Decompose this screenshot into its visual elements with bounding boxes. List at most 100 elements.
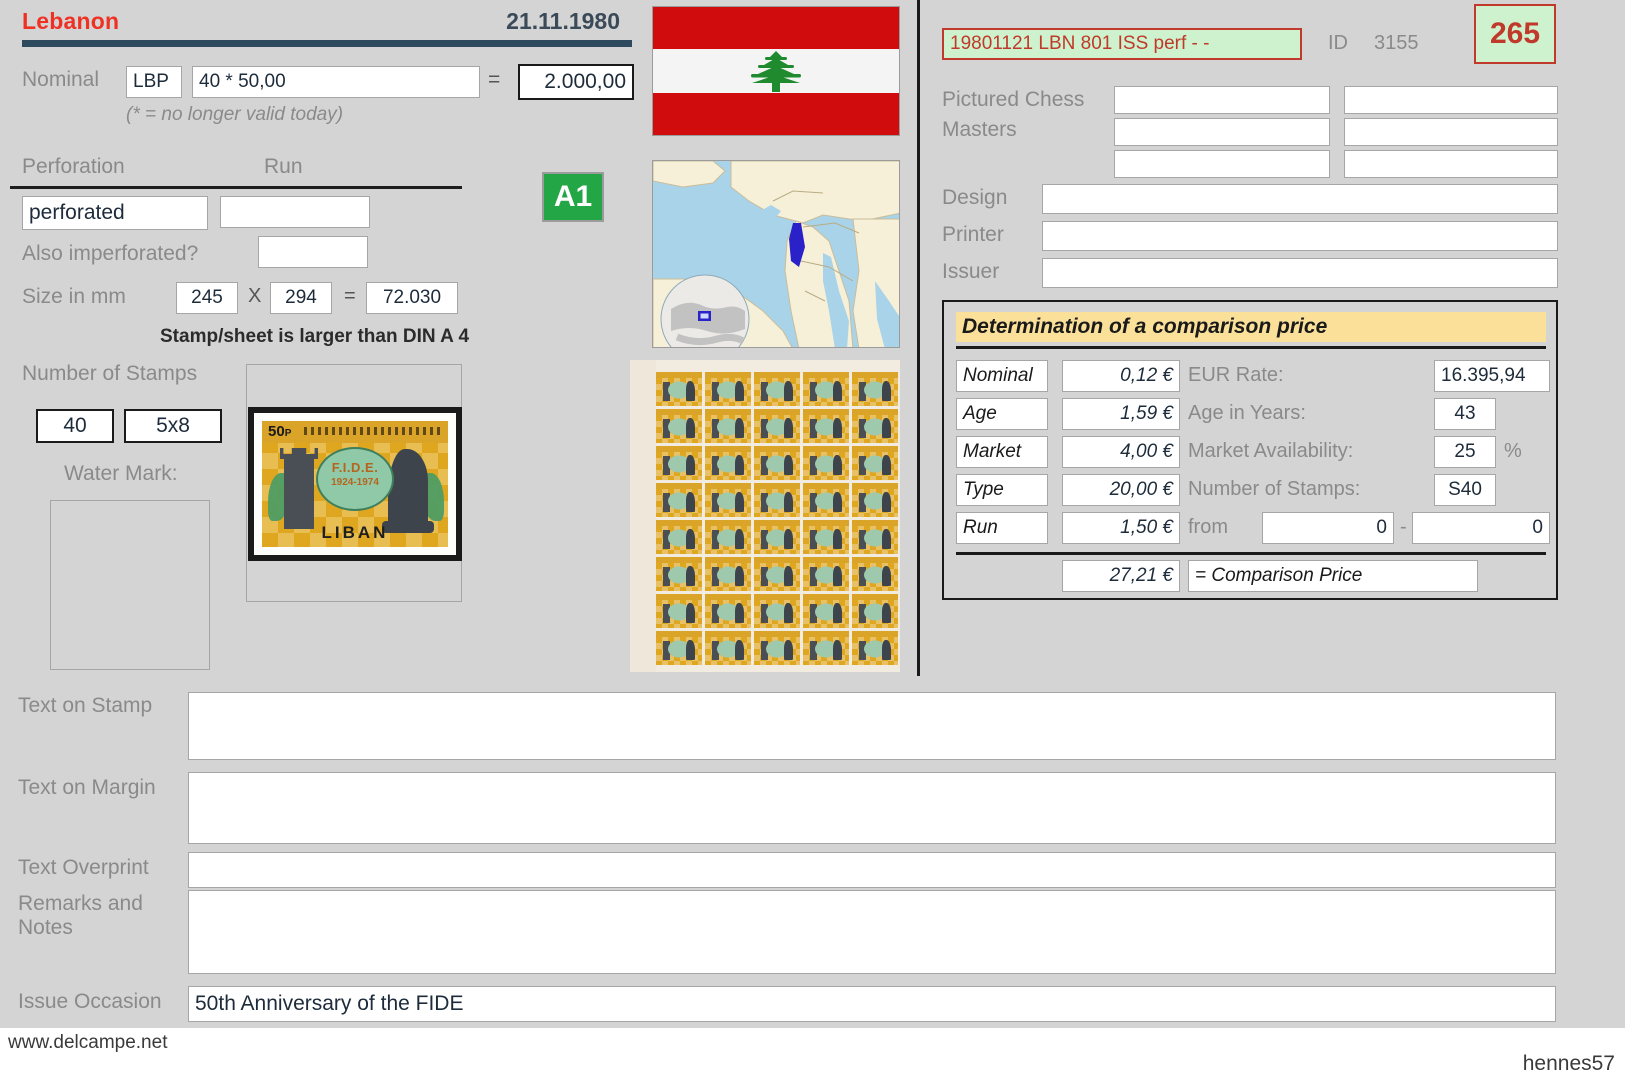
- watermark-label: Water Mark:: [64, 462, 178, 485]
- remarks-label-line-1: Remarks and: [18, 892, 143, 915]
- text-overprint-input[interactable]: [188, 852, 1556, 888]
- eur-rate-input[interactable]: 16.395,94: [1434, 360, 1550, 392]
- pictured-chess-masters-label-1: Pictured Chess: [942, 88, 1085, 111]
- text-on-stamp-input[interactable]: [188, 692, 1556, 760]
- sheet-stamp: [705, 446, 751, 480]
- cp-row-value-4[interactable]: 1,50 €: [1062, 512, 1180, 544]
- cp-row-name-0: Nominal: [956, 360, 1048, 392]
- issuer-input[interactable]: [1042, 258, 1558, 288]
- stamp-image: 50P F.I.D.E. 1924-1974 LIBAN: [248, 407, 462, 561]
- nominal-total-input[interactable]: 2.000,00: [518, 64, 634, 100]
- stamp-sheet-image: [630, 360, 900, 672]
- rank-badge: 265: [1474, 4, 1556, 64]
- nominal-currency-input[interactable]: LBP: [126, 66, 182, 98]
- chess-master-input-1[interactable]: [1114, 86, 1330, 114]
- age-in-years-input[interactable]: 43: [1434, 398, 1496, 430]
- comparison-total-divider: [956, 552, 1546, 555]
- sheet-stamp: [803, 409, 849, 443]
- cp-row-name-2: Market: [956, 436, 1048, 468]
- comparison-price-panel: Determination of a comparison price Nomi…: [942, 300, 1558, 600]
- cp-row-value-2[interactable]: 4,00 €: [1062, 436, 1180, 468]
- header-divider: [22, 40, 632, 47]
- comparison-price-divider: [956, 346, 1546, 349]
- size-x-sign: X: [248, 285, 262, 307]
- number-of-stamps-label: Number of Stamps: [22, 362, 198, 385]
- cp-row-label-0: EUR Rate:: [1188, 364, 1284, 386]
- chess-master-input-3[interactable]: [1114, 118, 1330, 146]
- sheet-stamp: [705, 520, 751, 554]
- sheet-stamp: [803, 483, 849, 517]
- cp-row-value-1[interactable]: 1,59 €: [1062, 398, 1180, 430]
- stamp-country-label: LIBAN: [321, 523, 389, 542]
- design-input[interactable]: [1042, 184, 1558, 214]
- perforation-input[interactable]: perforated: [22, 196, 208, 230]
- cp-row-value-0[interactable]: 0,12 €: [1062, 360, 1180, 392]
- printer-input[interactable]: [1042, 221, 1558, 251]
- sheet-stamp: [656, 520, 702, 554]
- cp-row-label-3: Number of Stamps:: [1188, 478, 1361, 500]
- sheet-stamp: [852, 409, 898, 443]
- catalog-code-field[interactable]: 19801121 LBN 801 ISS perf - -: [942, 28, 1302, 60]
- range-to-input[interactable]: 0: [1412, 512, 1550, 544]
- location-map: [652, 160, 900, 348]
- sheet-stamp: [754, 594, 800, 628]
- pictured-chess-masters-label-2: Masters: [942, 118, 1017, 141]
- text-on-margin-input[interactable]: [188, 772, 1556, 844]
- footer-user: hennes57: [1522, 1052, 1615, 1075]
- watermark-image-placeholder[interactable]: [50, 500, 210, 670]
- fide-globe-logo: F.I.D.E. 1924-1974: [316, 446, 394, 511]
- market-availability-input[interactable]: 25: [1434, 436, 1496, 468]
- number-of-stamps-input[interactable]: 40: [36, 409, 114, 443]
- size-width-input[interactable]: 245: [176, 282, 238, 314]
- panel-divider: [917, 0, 920, 676]
- nominal-expression-input[interactable]: 40 * 50,00: [192, 66, 480, 98]
- sheet-stamp: [705, 372, 751, 406]
- chess-master-input-6[interactable]: [1344, 150, 1558, 178]
- issue-occasion-label: Issue Occasion: [18, 990, 162, 1013]
- sheet-stamp: [803, 631, 849, 665]
- sheet-stamp: [803, 594, 849, 628]
- sheet-stamp: [656, 446, 702, 480]
- size-label: Size in mm: [22, 285, 126, 308]
- sheet-stamp: [754, 409, 800, 443]
- text-overprint-label: Text Overprint: [18, 856, 149, 879]
- run-input[interactable]: [220, 196, 370, 228]
- issuer-label: Issuer: [942, 260, 1000, 283]
- perforation-divider: [10, 186, 462, 189]
- chess-master-input-4[interactable]: [1344, 118, 1558, 146]
- stamp-denomination-unit: P: [284, 428, 292, 439]
- range-separator: -: [1400, 516, 1407, 538]
- sheet-stamp: [754, 446, 800, 480]
- sheet-stamp: [656, 409, 702, 443]
- size-area-input[interactable]: 72.030: [366, 282, 458, 314]
- number-of-stamps-code-input[interactable]: S40: [1434, 474, 1496, 506]
- cp-row-label-2: Market Availability:: [1188, 440, 1354, 462]
- chess-knight-icon: [382, 449, 434, 533]
- sheet-stamp: [754, 372, 800, 406]
- also-imperforated-label: Also imperforated?: [22, 242, 199, 265]
- design-label: Design: [942, 186, 1008, 209]
- cp-row-value-3[interactable]: 20,00 €: [1062, 474, 1180, 506]
- range-from-input[interactable]: 0: [1262, 512, 1394, 544]
- remarks-label-line-2: Notes: [18, 916, 73, 939]
- size-height-input[interactable]: 294: [270, 282, 332, 314]
- also-imperforated-input[interactable]: [258, 236, 368, 268]
- sheet-stamp: [754, 520, 800, 554]
- stamps-grid-input[interactable]: 5x8: [124, 409, 222, 443]
- sheet-selvage: [630, 360, 656, 672]
- nominal-label: Nominal: [22, 68, 100, 91]
- map-graphic: [653, 161, 899, 347]
- sheet-stamp: [852, 483, 898, 517]
- sheet-stamp: [656, 631, 702, 665]
- issue-occasion-input[interactable]: 50th Anniversary of the FIDE: [188, 986, 1556, 1022]
- sheet-stamp: [754, 631, 800, 665]
- chess-master-input-2[interactable]: [1344, 86, 1558, 114]
- remarks-input[interactable]: [188, 890, 1556, 974]
- sheet-stamp: [852, 557, 898, 591]
- perforation-label: Perforation: [22, 155, 125, 178]
- id-value: 3155: [1374, 32, 1419, 54]
- nominal-note: (* = no longer valid today): [126, 104, 344, 125]
- chess-master-input-5[interactable]: [1114, 150, 1330, 178]
- nominal-equals-sign: =: [488, 68, 501, 91]
- sheet-stamp: [803, 372, 849, 406]
